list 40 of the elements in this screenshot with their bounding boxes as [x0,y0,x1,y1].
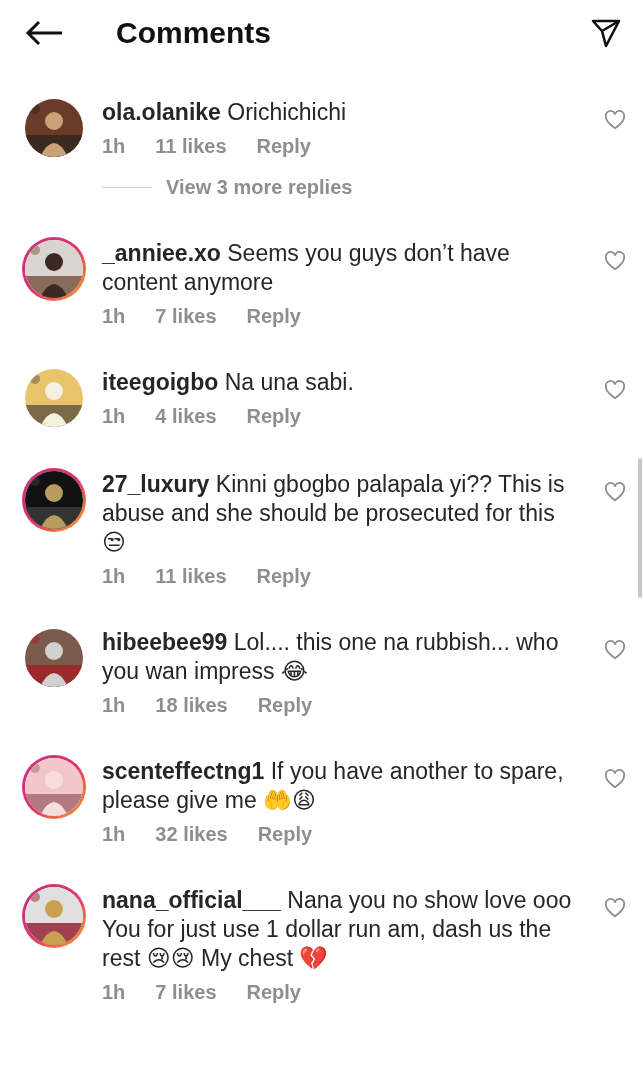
heart-icon[interactable] [604,640,626,660]
reply-link[interactable]: Reply [257,694,313,717]
comment-text: iteegoigbo Na una sabi. [102,368,355,397]
reply-link[interactable]: Reply [257,823,313,846]
comment-text: _anniee.xo Seems you guys don’t have content anymore [102,239,511,297]
heart-icon[interactable] [604,380,626,400]
likes-link[interactable]: 18 likes [155,694,228,717]
heart-icon[interactable] [604,482,626,502]
view-replies-link[interactable]: View 3 more replies [166,176,353,199]
comment-text: 27_luxury Kinni gbogbo palapala yi?? This is abuse and she should be prosecuted for this 😒 [102,470,566,557]
heart-icon[interactable] [604,110,626,130]
scrollbar[interactable] [638,458,642,598]
reply-link[interactable]: Reply [246,405,301,428]
comment-time: 1h [102,823,126,846]
heart-icon[interactable] [604,898,626,918]
likes-link[interactable]: 7 likes [155,305,217,328]
likes-link[interactable]: 11 likes [155,135,227,158]
likes-link[interactable]: 32 likes [155,823,228,846]
likes-link[interactable]: 11 likes [155,565,227,588]
comment-text: nana_official___ Nana you no show love ooo You for just use 1 dollar run am, dash us the rest 😢😢 My chest 💔 [102,886,572,973]
comment-time: 1h [102,694,126,717]
likes-link[interactable]: 7 likes [155,981,217,1004]
comment-time: 1h [102,565,126,588]
page-title: Comments [116,16,273,50]
heart-icon[interactable] [604,769,626,789]
reply-link[interactable]: Reply [246,981,301,1004]
reply-link[interactable]: Reply [256,135,311,158]
heart-icon[interactable] [604,251,626,271]
reply-link[interactable]: Reply [256,565,311,588]
reply-link[interactable]: Reply [246,305,301,328]
send-icon[interactable] [590,17,622,49]
comment-text: hibeebee99 Lol.... this one na rubbish... who you wan impress 😂 [102,628,560,686]
comment-time: 1h [102,405,126,428]
comment-text: scenteffectng1 If you have another to spare, please give me 🤲😩 [102,757,565,815]
comment-time: 1h [102,135,126,158]
comment-time: 1h [102,305,126,328]
likes-link[interactable]: 4 likes [155,405,217,428]
comment-text: ola.olanike Orichichichi [102,98,348,127]
comment-time: 1h [102,981,126,1004]
back-icon[interactable] [24,19,64,47]
